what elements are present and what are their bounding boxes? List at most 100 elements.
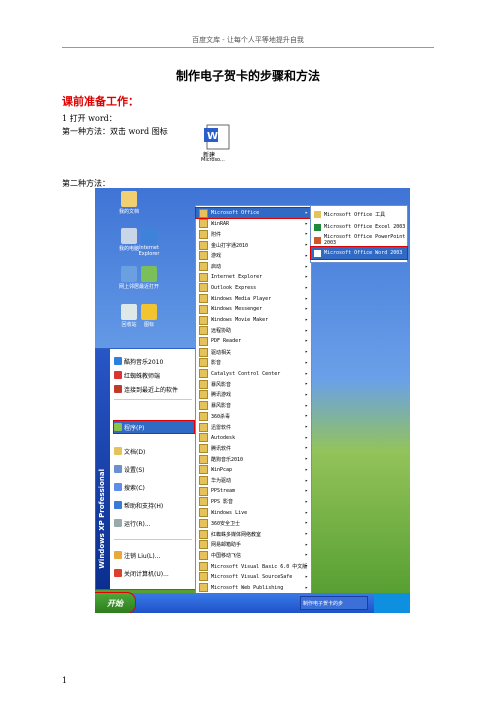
taskbar-item-document[interactable]: 制作电子贺卡的步 xyxy=(300,596,368,610)
programs-menu-item-label: WinPcap xyxy=(211,466,233,473)
submenu-arrow-icon: ▸ xyxy=(304,413,308,420)
program-folder-icon xyxy=(199,283,208,293)
submenu-arrow-icon: ▸ xyxy=(304,531,308,537)
program-folder-icon xyxy=(199,583,208,592)
start-menu-item-search[interactable]: 搜索(C) xyxy=(114,481,194,493)
programs-menu-item[interactable]: PDF Reader ▸ xyxy=(196,336,311,346)
programs-menu-item[interactable]: 360杀毒 ▸ xyxy=(196,411,311,421)
program-folder-icon xyxy=(199,390,208,400)
desktop-icon-ie[interactable]: Internet Explorer xyxy=(135,228,163,257)
programs-menu-item[interactable]: 华为驱动 ▸ xyxy=(196,476,311,486)
program-folder-icon xyxy=(199,497,208,507)
start-menu-item-connect[interactable]: 连接到最近上的软件 xyxy=(114,383,194,395)
program-folder-icon xyxy=(199,540,208,550)
programs-menu-item[interactable]: 暴风影音 ▸ xyxy=(196,401,311,411)
programs-menu-item[interactable]: Windows Media Player ▸ xyxy=(196,294,311,304)
method-1-text: 第一种方法：双击 word 图标 xyxy=(62,127,168,136)
programs-menu-item-label: PDF Reader xyxy=(211,338,242,345)
programs-menu-item-label: 影音 xyxy=(211,360,222,367)
submenu-arrow-icon: ▸ xyxy=(304,488,308,495)
start-menu-item-redspider[interactable]: 红蜘蛛教师端 xyxy=(114,369,194,381)
submenu-arrow-icon: ▸ xyxy=(304,563,308,570)
program-folder-icon xyxy=(199,518,208,528)
programs-menu-item[interactable]: Catalyst Control Center ▸ xyxy=(196,369,311,379)
submenu-arrow-icon: ▸ xyxy=(304,210,308,216)
programs-menu-item[interactable]: 暴风影音 ▸ xyxy=(196,379,311,389)
submenu-arrow-icon: ▸ xyxy=(304,584,308,591)
program-folder-icon xyxy=(199,315,208,325)
programs-menu-item[interactable]: PPS 影音 ▸ xyxy=(196,497,311,507)
start-menu-item-logoff[interactable]: 注销 Liu(L)... xyxy=(114,549,194,561)
desktop-icon-star[interactable]: 图标 xyxy=(135,304,163,328)
programs-menu-item[interactable]: 游戏 ▸ xyxy=(196,251,311,261)
programs-menu-item[interactable]: 红蜘蛛多媒体网络教室 ▸ xyxy=(196,529,311,539)
programs-menu-item[interactable]: WinRAR ▸ xyxy=(196,219,311,229)
programs-menu-item-label: 360杀毒 xyxy=(211,413,231,420)
submenu-item-office-tools[interactable]: Microsoft Office 工具 xyxy=(311,208,407,220)
programs-menu-item[interactable]: Microsoft Web Publishing ▸ xyxy=(196,583,311,593)
programs-menu-item-label: 酷狗音乐2010 xyxy=(211,456,244,463)
submenu-item-powerpoint[interactable]: Microsoft Office PowerPoint 2003 xyxy=(311,234,407,246)
start-button[interactable]: 开始 xyxy=(95,592,136,613)
programs-menu-item[interactable]: 迅雷软件 ▸ xyxy=(196,422,311,432)
programs-menu-item[interactable]: Outlook Express ▸ xyxy=(196,283,311,293)
start-menu-item-settings[interactable]: 设置(S) xyxy=(114,463,194,475)
programs-menu-item[interactable]: 中国移动飞信 ▸ xyxy=(196,550,311,560)
program-folder-icon xyxy=(199,561,208,571)
programs-menu-item[interactable]: Microsoft Office ▸ xyxy=(195,207,312,219)
programs-menu-item[interactable]: 远程协助 ▸ xyxy=(196,326,311,336)
programs-menu-item[interactable]: Windows Live ▸ xyxy=(196,508,311,518)
submenu-arrow-icon: ▸ xyxy=(304,391,308,398)
program-folder-icon xyxy=(199,572,208,582)
word-document-icon[interactable]: W 新建 Microso... xyxy=(201,124,237,164)
program-folder-icon xyxy=(199,476,208,485)
programs-menu-item[interactable]: 影音 ▸ xyxy=(196,358,311,368)
programs-menu-item[interactable]: 启动 ▸ xyxy=(196,262,311,272)
submenu-arrow-icon: ▸ xyxy=(304,498,308,505)
programs-menu-item-label: 远程协助 xyxy=(211,328,232,335)
programs-menu-item[interactable]: 附件 ▸ xyxy=(196,229,311,239)
programs-menu-item[interactable]: Autodesk ▸ xyxy=(196,433,311,443)
programs-menu-item[interactable]: 360安全卫士 ▸ xyxy=(196,518,311,528)
programs-menu-item[interactable]: 金山打字通2010 ▸ xyxy=(196,240,311,250)
programs-menu-item[interactable]: Internet Explorer ▸ xyxy=(196,272,311,282)
programs-menu-item[interactable]: Windows Movie Maker ▸ xyxy=(196,315,311,325)
programs-menu-item[interactable]: PPStream ▸ xyxy=(196,486,311,496)
desktop-icon-my-documents[interactable]: 我的文档 xyxy=(115,191,143,215)
programs-menu-item[interactable]: 网易邮箱助手 ▸ xyxy=(196,540,311,550)
program-folder-icon xyxy=(199,465,208,475)
start-menu-item-documents[interactable]: 文档(D) xyxy=(114,445,194,457)
programs-menu-item[interactable]: WinPcap ▸ xyxy=(196,465,311,475)
program-folder-icon xyxy=(199,443,208,453)
submenu-item-excel[interactable]: Microsoft Office Excel 2003 xyxy=(311,221,407,233)
programs-menu-item[interactable]: 驱动相关 ▸ xyxy=(196,347,311,357)
submenu-item-word[interactable]: Microsoft Office Word 2003 xyxy=(310,246,408,260)
submenu-arrow-icon: ▸ xyxy=(304,434,308,441)
start-menu-item-shutdown[interactable]: 关闭计算机(U)... xyxy=(114,567,194,579)
programs-menu-item-label: 360安全卫士 xyxy=(211,520,241,527)
program-folder-icon xyxy=(199,262,208,271)
start-menu-item-run[interactable]: 运行(R)... xyxy=(114,517,194,529)
programs-menu-item-label: Windows Messenger xyxy=(211,306,263,313)
desktop-icon-recent[interactable]: 最近打开 xyxy=(135,266,163,290)
programs-menu-item[interactable]: Windows Messenger ▸ xyxy=(196,304,311,314)
program-folder-icon xyxy=(199,411,208,421)
submenu-arrow-icon: ▸ xyxy=(304,370,308,377)
program-folder-icon xyxy=(199,304,208,314)
start-menu-item-kugou[interactable]: 酷狗音乐2010 xyxy=(114,355,194,367)
programs-menu-item[interactable]: 腾讯软件 ▸ xyxy=(196,443,311,453)
program-folder-icon xyxy=(199,251,208,261)
program-folder-icon xyxy=(199,369,208,378)
submenu-arrow-icon: ▸ xyxy=(304,509,308,516)
programs-menu-item[interactable]: Microsoft Visual SourceSafe ▸ xyxy=(196,572,311,582)
start-menu: Windows XP Professional 酷狗音乐2010 红蜘蛛教师端 … xyxy=(95,348,197,590)
start-menu-item-programs[interactable]: 程序(P) xyxy=(113,420,195,434)
start-menu-banner: Windows XP Professional xyxy=(96,349,110,589)
programs-menu-item-label: 暴风影音 xyxy=(211,403,232,410)
program-folder-icon xyxy=(199,347,208,357)
start-menu-item-help[interactable]: 帮助和支持(H) xyxy=(114,499,194,511)
programs-menu-item[interactable]: 酷狗音乐2010 ▸ xyxy=(196,454,311,464)
programs-menu-item-label: PPStream xyxy=(211,488,236,495)
programs-menu-item[interactable]: Microsoft Visual Basic 6.0 中文版 ▸ xyxy=(196,561,311,571)
programs-menu-item[interactable]: 腾讯游戏 ▸ xyxy=(196,390,311,400)
